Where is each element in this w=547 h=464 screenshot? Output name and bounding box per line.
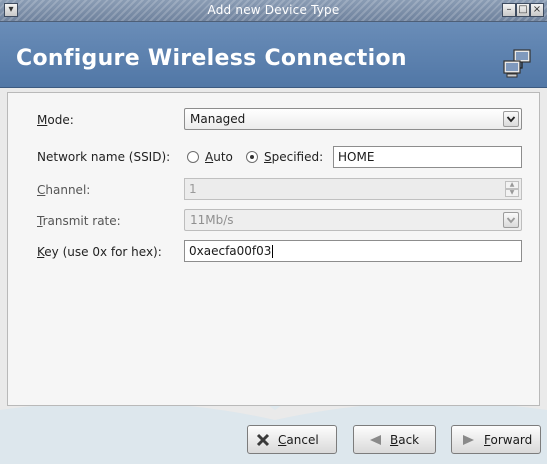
transmit-rate-select[interactable]: 11Mb/s xyxy=(184,209,522,231)
minimize-icon[interactable]: – xyxy=(502,3,516,17)
mode-select[interactable]: Managed xyxy=(184,108,522,130)
header-banner: Configure Wireless Connection xyxy=(0,22,547,88)
ssid-auto-label[interactable]: Auto xyxy=(205,150,233,164)
close-icon[interactable]: × xyxy=(530,3,544,17)
channel-label: Channel: xyxy=(37,183,91,197)
mode-value: Managed xyxy=(190,112,246,126)
back-button[interactable]: Back xyxy=(353,425,436,454)
spin-up-icon[interactable]: ▲ xyxy=(505,181,519,189)
ssid-auto-radio[interactable] xyxy=(187,151,199,163)
text-caret xyxy=(272,245,274,258)
chevron-down-icon xyxy=(503,111,519,127)
forward-button[interactable]: Forward xyxy=(451,425,541,454)
chevron-down-icon xyxy=(503,212,519,228)
ssid-specified-label[interactable]: Specified: xyxy=(264,150,323,164)
back-arrow-icon xyxy=(370,435,381,445)
ssid-label: Network name (SSID): xyxy=(37,150,171,164)
ssid-specified-radio[interactable] xyxy=(246,151,258,163)
maximize-icon[interactable]: □ xyxy=(516,3,530,17)
spin-buttons[interactable]: ▲ ▼ xyxy=(505,181,519,197)
forward-arrow-icon xyxy=(463,435,474,445)
network-icon xyxy=(503,49,531,78)
cancel-button[interactable]: Cancel xyxy=(247,425,337,454)
window-title: Add new Device Type xyxy=(207,3,340,17)
key-input[interactable]: 0xaecfa00f03 xyxy=(184,240,522,262)
key-label: Key (use 0x for hex): xyxy=(37,245,162,259)
mode-label: Mode: xyxy=(37,113,74,127)
ssid-input[interactable]: HOME xyxy=(333,146,522,168)
cancel-x-icon xyxy=(256,433,270,447)
window-titlebar[interactable]: ▾ Add new Device Type – □ × xyxy=(0,0,547,22)
transmit-rate-label: Transmit rate: xyxy=(37,214,121,228)
page-title: Configure Wireless Connection xyxy=(16,46,407,71)
channel-spinbox[interactable]: 1 ▲ ▼ xyxy=(184,178,522,200)
spin-down-icon[interactable]: ▼ xyxy=(505,189,519,197)
